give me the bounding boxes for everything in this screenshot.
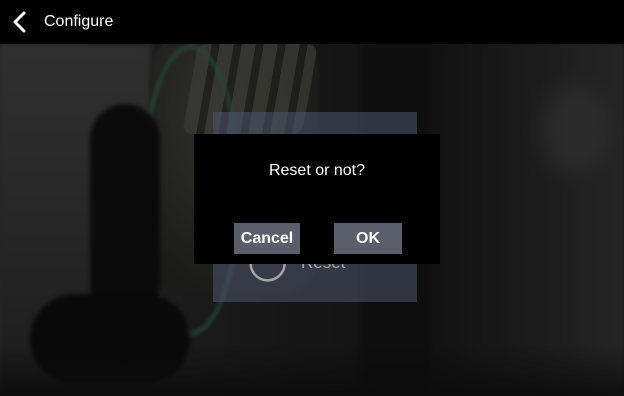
configure-screen: Configure Reset Reset or not? Cancel OK: [0, 0, 624, 396]
page-title: Configure: [44, 13, 114, 30]
top-bar: Configure: [0, 0, 624, 44]
cancel-button[interactable]: Cancel: [234, 223, 300, 254]
chevron-left-icon: [13, 11, 26, 33]
confirm-dialog: Reset or not? Cancel OK: [194, 134, 440, 264]
ok-button[interactable]: OK: [334, 223, 402, 254]
dialog-message: Reset or not?: [268, 162, 366, 179]
back-button[interactable]: [0, 0, 40, 44]
